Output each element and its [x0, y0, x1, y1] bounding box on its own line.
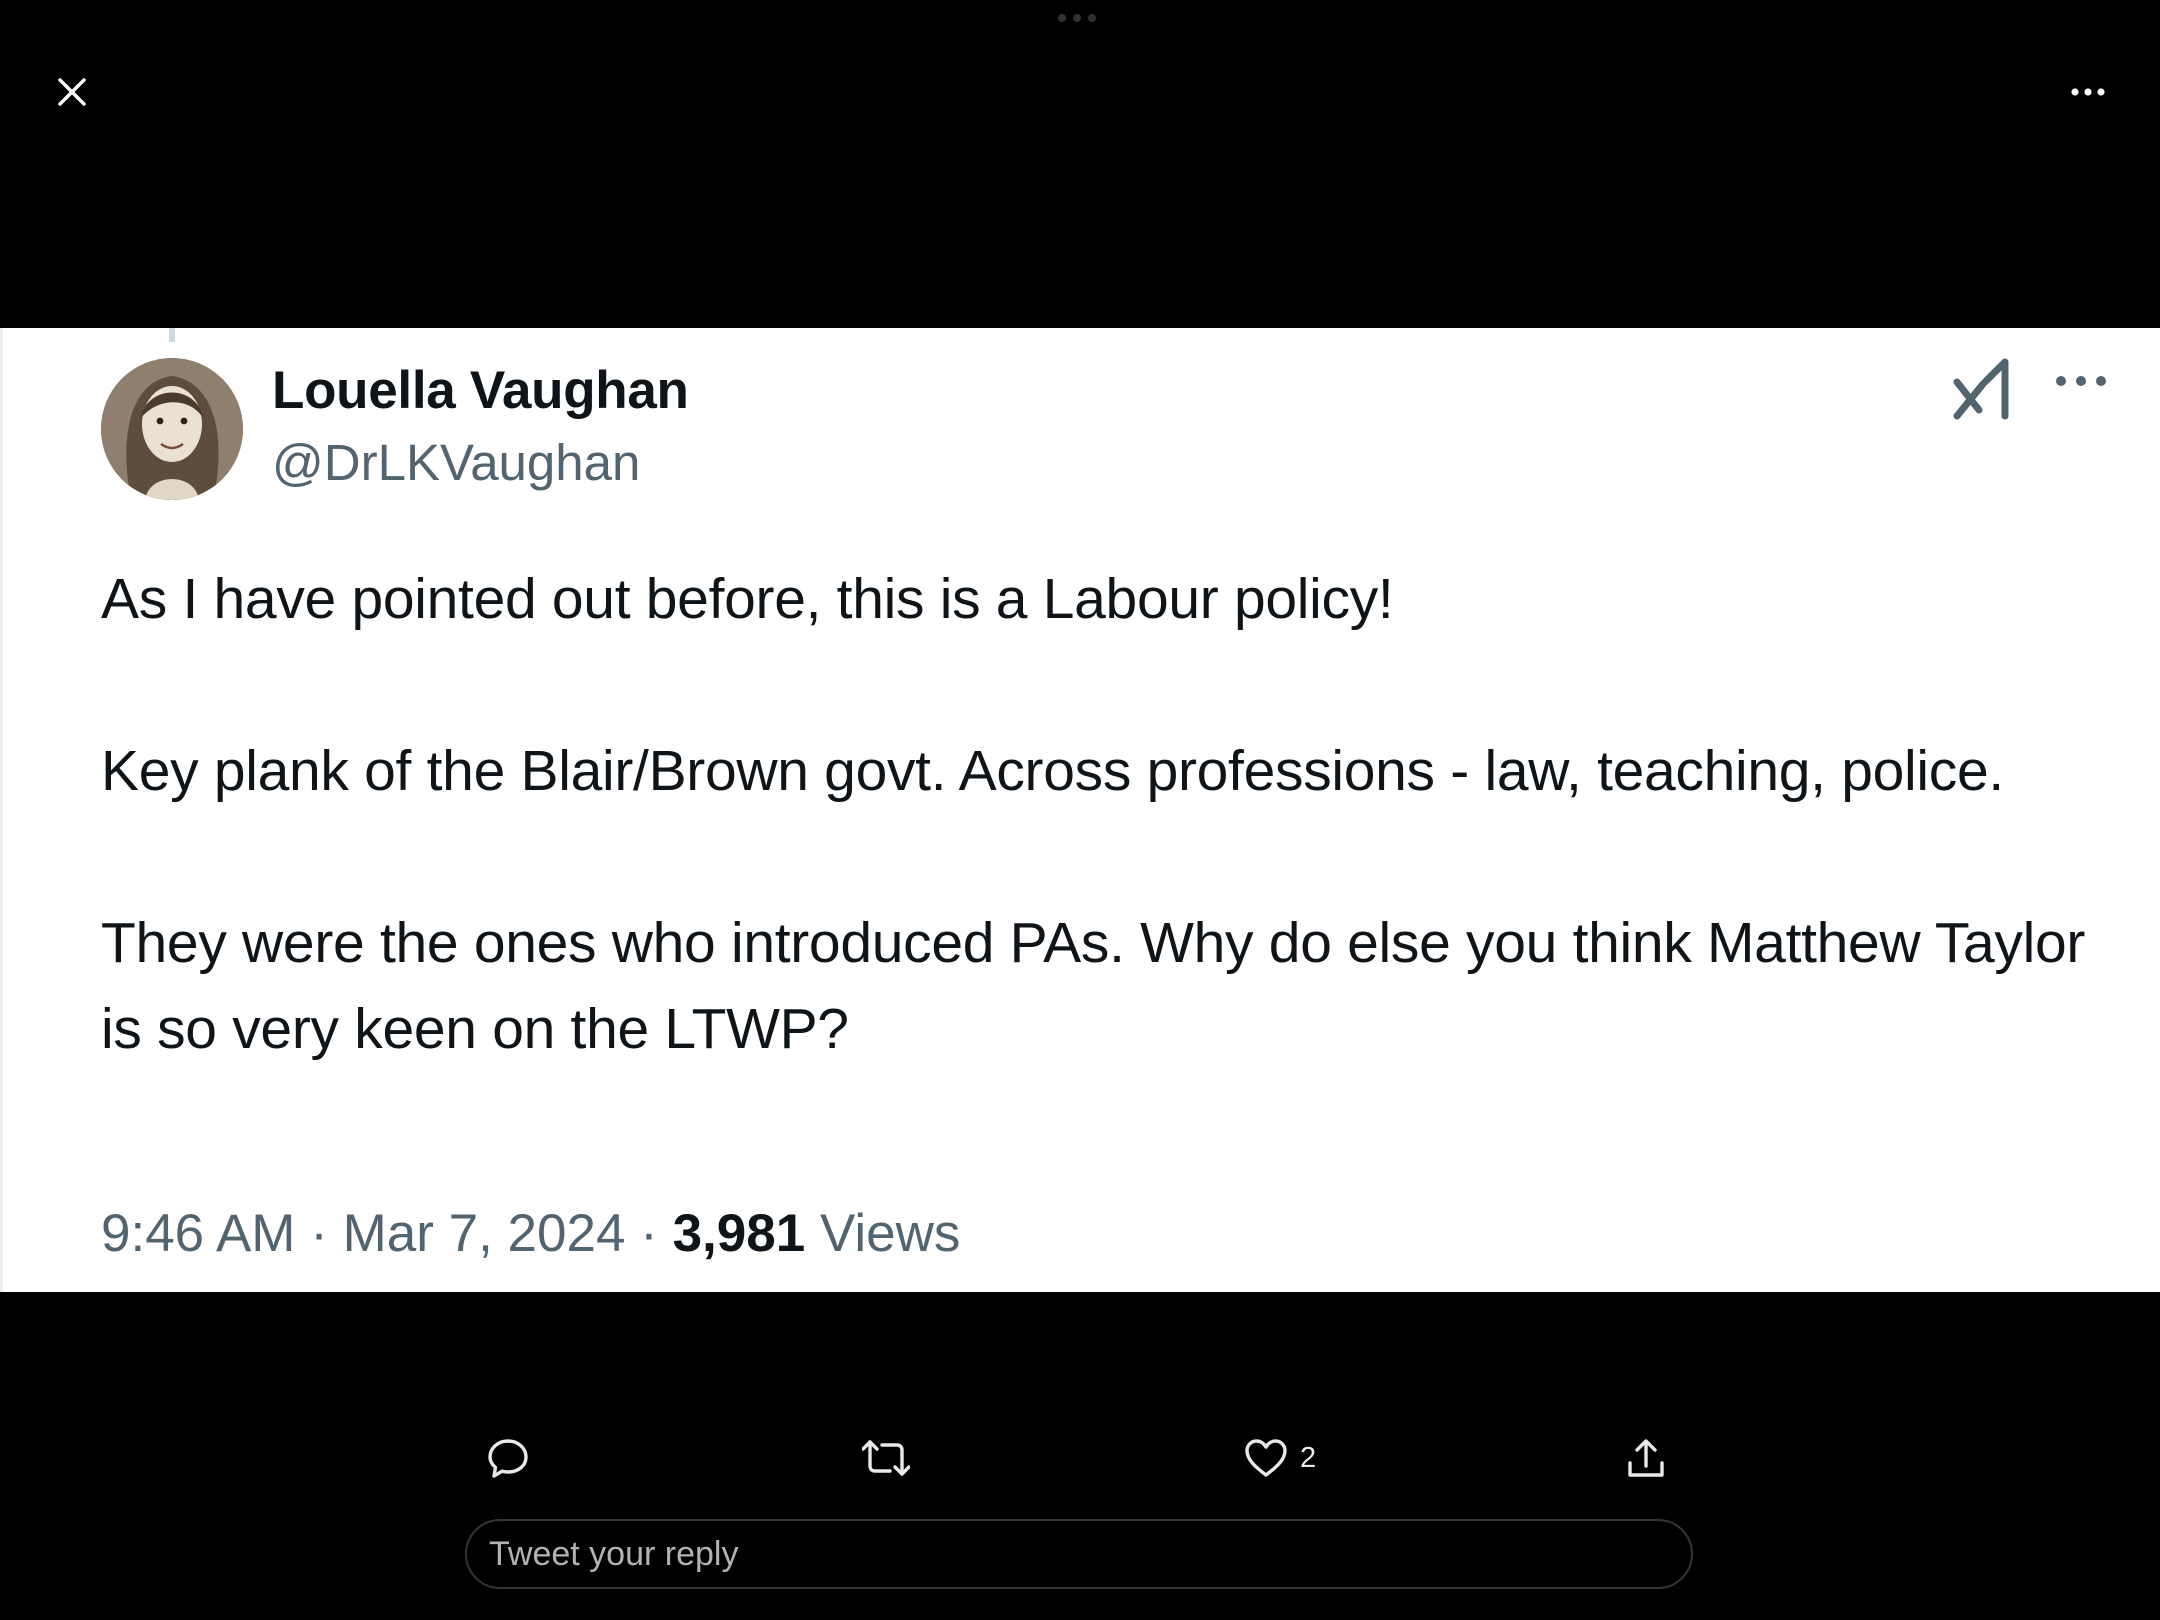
avatar[interactable] — [101, 358, 243, 500]
grabber-dot — [1088, 14, 1096, 22]
views-label: Views — [819, 1204, 961, 1263]
author-name[interactable]: Louella Vaughan — [272, 360, 689, 421]
meta-separator: · — [640, 1204, 658, 1263]
meta-separator: · — [310, 1204, 328, 1263]
like-count: 2 — [1300, 1441, 1317, 1474]
grabber-dot — [1073, 14, 1081, 22]
tweet-paragraph: Key plank of the Blair/Brown govt. Acros… — [101, 739, 2004, 803]
tweet-time[interactable]: 9:46 AM — [101, 1204, 295, 1263]
grok-button[interactable] — [1953, 358, 2013, 425]
tweet-text: As I have pointed out before, this is a … — [101, 556, 2101, 1072]
like-button[interactable]: 2 — [1244, 1428, 1316, 1488]
reply-input[interactable]: Tweet your reply — [465, 1519, 1693, 1589]
tweet-actions-bar: 2 — [0, 1428, 2160, 1488]
tweet-more-button[interactable] — [2055, 374, 2107, 393]
retweet-button[interactable] — [862, 1428, 910, 1488]
grabber-dot — [1058, 14, 1066, 22]
share-button[interactable] — [1624, 1428, 1668, 1488]
more-options-button[interactable] — [2058, 62, 2118, 122]
views-count: 3,981 — [672, 1204, 806, 1263]
sheet-grabber[interactable] — [1058, 14, 1096, 22]
more-horizontal-icon — [2056, 376, 2106, 386]
more-horizontal-icon — [2071, 88, 2105, 96]
tweet-meta: 9:46 AM · Mar 7, 2024 · 3,981 Views — [101, 1203, 960, 1264]
close-button[interactable] — [42, 62, 102, 122]
avatar-illustration — [101, 358, 243, 500]
grok-icon — [1953, 358, 2009, 420]
thread-line — [169, 328, 175, 342]
reply-button[interactable] — [486, 1428, 530, 1488]
heart-icon — [1245, 1439, 1287, 1477]
tweet-paragraph: As I have pointed out before, this is a … — [101, 567, 1394, 631]
share-icon — [1628, 1439, 1664, 1477]
tweet-date[interactable]: Mar 7, 2024 — [343, 1204, 626, 1263]
tweet-paragraph: They were the ones who introduced PAs. W… — [101, 911, 2086, 1061]
close-icon — [58, 78, 86, 106]
author-handle[interactable]: @DrLKVaughan — [272, 433, 640, 492]
tweet-card: Louella Vaughan @DrLKVaughan As I have p… — [0, 328, 2160, 1292]
comment-icon — [488, 1439, 528, 1478]
retweet-icon — [862, 1440, 910, 1476]
